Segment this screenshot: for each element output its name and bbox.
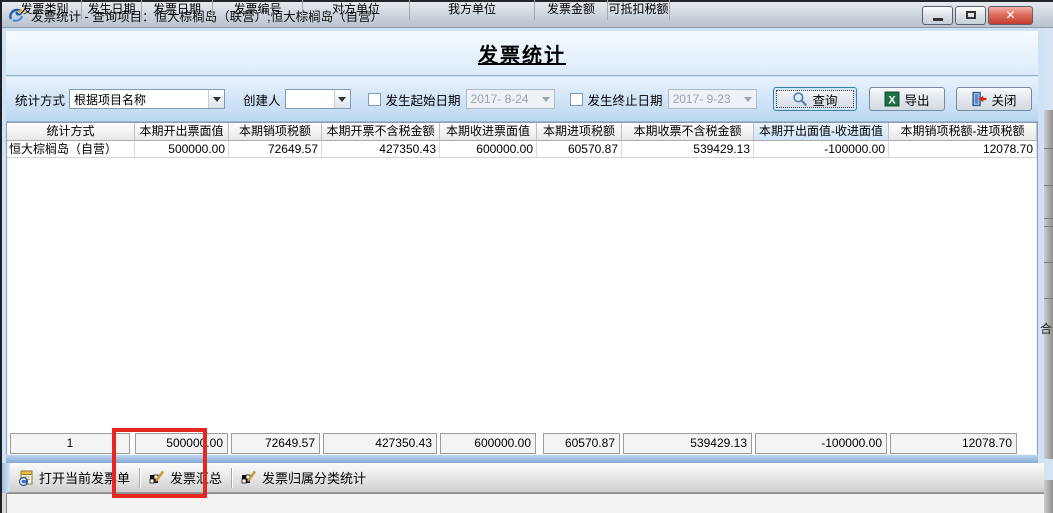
dock-strip-body: 合同 xyxy=(1044,110,1053,459)
close-form-button[interactable]: 关闭 xyxy=(956,87,1032,111)
table-row[interactable]: 恒大棕榈岛（自营） 500000.00 72649.57 427350.43 6… xyxy=(7,141,1037,158)
right-dock-strip: 合同 xyxy=(1044,28,1053,513)
total-cell: 60570.87 xyxy=(543,433,620,454)
svg-text:X: X xyxy=(888,94,896,106)
grid-header-row: 统计方式 本期开出票面值 本期销项税额 本期开票不含税金额 本期收进票面值 本期… xyxy=(7,123,1037,141)
maximize-icon xyxy=(966,11,976,19)
end-date-value: 2017- 9-23 xyxy=(673,92,731,106)
minimize-button[interactable] xyxy=(922,6,953,25)
cell-value: -100000.00 xyxy=(754,141,889,158)
chevron-down-icon xyxy=(538,90,554,108)
page-header: 发票统计 xyxy=(6,31,1038,76)
cell-value: 72649.57 xyxy=(229,141,322,158)
minimize-icon xyxy=(933,18,943,21)
start-date-checkbox[interactable] xyxy=(368,93,381,106)
start-date-value: 2017- 8-24 xyxy=(471,92,529,106)
cell-value: 427350.43 xyxy=(322,141,440,158)
cell-value: 500000.00 xyxy=(135,141,229,158)
dock-strip-lower xyxy=(1044,480,1053,513)
column-header[interactable]: 发生日期 xyxy=(82,0,142,20)
summary-flag-icon xyxy=(241,470,257,486)
total-cell: 539429.13 xyxy=(623,433,752,454)
page-title: 发票统计 xyxy=(478,39,566,68)
creator-label: 创建人 xyxy=(243,90,281,109)
column-header[interactable]: 本期销项税额-进项税额 xyxy=(889,123,1037,141)
invoice-category-stats-label: 发票归属分类统计 xyxy=(262,468,366,487)
stat-mode-select[interactable]: 根据项目名称 xyxy=(69,89,225,109)
query-button[interactable]: 查询 xyxy=(773,87,857,111)
dock-strip-line xyxy=(1044,185,1053,186)
column-header[interactable]: 可抵扣税额 xyxy=(608,0,670,20)
exit-door-icon xyxy=(971,91,987,107)
dock-strip-line xyxy=(1044,218,1053,219)
column-header[interactable]: 发票金额 xyxy=(535,0,608,20)
cell-value: 60570.87 xyxy=(537,141,622,158)
toolbar-separator xyxy=(231,468,232,488)
export-button-label: 导出 xyxy=(905,90,930,109)
cell-value: 539429.13 xyxy=(622,141,754,158)
column-header[interactable]: 统计方式 xyxy=(7,123,135,141)
export-button[interactable]: X 导出 xyxy=(869,87,945,111)
dock-strip-line xyxy=(1044,298,1053,299)
cell-project-name: 恒大棕榈岛（自营） xyxy=(7,141,135,158)
background-window-edge xyxy=(2,463,10,493)
stat-mode-value: 根据项目名称 xyxy=(74,91,146,108)
column-header[interactable]: 本期开票不含税金额 xyxy=(322,123,440,141)
column-header[interactable]: 本期收进票面值 xyxy=(440,123,537,141)
window-left-edge xyxy=(0,0,2,513)
maximize-button[interactable] xyxy=(955,6,986,25)
query-button-label: 查询 xyxy=(813,90,838,109)
invoice-category-stats-button[interactable]: 发票归属分类统计 xyxy=(235,466,372,490)
dock-strip-line xyxy=(1044,226,1053,227)
column-header[interactable]: 本期开出票面值 xyxy=(135,123,229,141)
close-button[interactable]: ✕ xyxy=(988,6,1033,25)
open-document-icon xyxy=(18,470,34,486)
stat-mode-label: 统计方式 xyxy=(15,90,65,109)
invoice-statistics-window: 发票统计 - 查询项目：恒大棕榈岛（联营）;恒大棕榈岛（自营） ✕ 发票统计 统… xyxy=(0,0,1053,513)
dock-strip-line xyxy=(1044,262,1053,263)
close-icon: ✕ xyxy=(1005,8,1015,22)
total-cell: 72649.57 xyxy=(231,433,320,454)
end-date-label: 发生终止日期 xyxy=(588,90,663,109)
total-cell: 12078.70 xyxy=(890,433,1017,454)
column-header[interactable]: 我方单位 xyxy=(410,0,535,20)
start-date-select[interactable]: 2017- 8-24 xyxy=(466,89,555,109)
cell-value: 12078.70 xyxy=(889,141,1037,158)
end-date-select[interactable]: 2017- 9-23 xyxy=(668,89,757,109)
total-cell: 427350.43 xyxy=(323,433,437,454)
statistics-grid: 统计方式 本期开出票面值 本期销项税额 本期开票不含税金额 本期收进票面值 本期… xyxy=(6,122,1038,456)
start-date-label: 发生起始日期 xyxy=(386,90,461,109)
column-header[interactable]: 本期销项税额 xyxy=(229,123,322,141)
column-header[interactable]: 本期收票不含税金额 xyxy=(622,123,754,141)
chevron-down-icon xyxy=(740,90,756,108)
filter-bar: 统计方式 根据项目名称 创建人 发生起始日期 2017- 8-24 发生终止日期… xyxy=(6,77,1038,122)
window-controls: ✕ xyxy=(922,6,1047,25)
total-cell: 600000.00 xyxy=(440,433,536,454)
column-header[interactable]: 本期开出面值-收进面值 xyxy=(754,123,889,141)
excel-icon: X xyxy=(884,91,900,107)
dock-strip-line xyxy=(1044,148,1053,149)
search-icon xyxy=(792,91,808,107)
column-header[interactable]: 本期进项税额 xyxy=(537,123,622,141)
column-header[interactable]: 发票编号 xyxy=(213,0,303,20)
chevron-down-icon[interactable] xyxy=(334,90,350,108)
end-date-checkbox[interactable] xyxy=(570,93,583,106)
chevron-down-icon[interactable] xyxy=(208,90,224,108)
column-header[interactable]: 发票日期 xyxy=(142,0,213,20)
cell-value: 600000.00 xyxy=(440,141,537,158)
close-button-label: 关闭 xyxy=(992,90,1017,109)
contract-dock-tab[interactable]: 合同 xyxy=(1040,320,1053,337)
total-cell: -100000.00 xyxy=(755,433,887,454)
column-header[interactable]: 发票类别 xyxy=(8,0,82,20)
creator-select[interactable] xyxy=(285,89,351,109)
column-header[interactable]: 对方单位 xyxy=(303,0,410,20)
annotation-rectangle xyxy=(112,428,207,498)
